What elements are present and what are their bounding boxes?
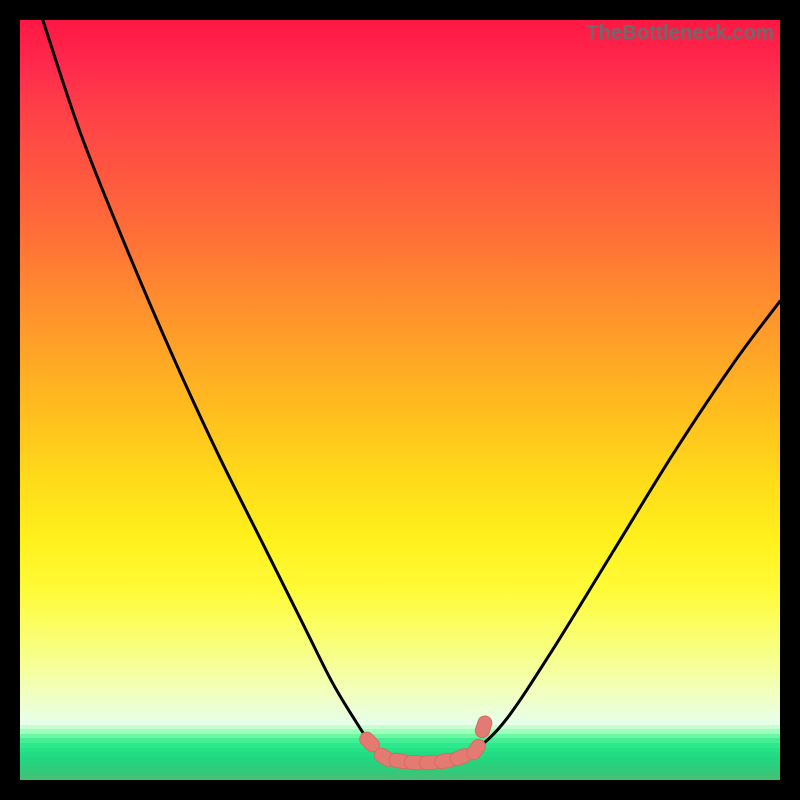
curve-layer bbox=[20, 20, 780, 780]
plot-area bbox=[20, 20, 780, 780]
highlight-markers bbox=[357, 714, 494, 770]
watermark-text: TheBottleneck.com bbox=[586, 22, 774, 45]
bottleneck-curve bbox=[43, 20, 780, 763]
